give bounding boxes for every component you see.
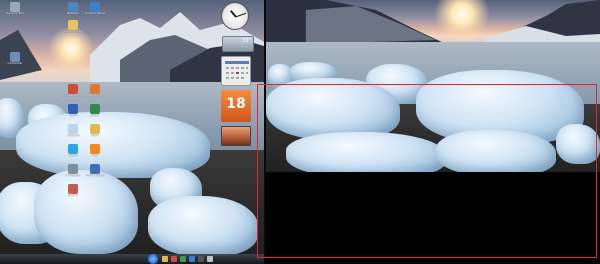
- vlc-icon: [90, 144, 100, 154]
- media-icon[interactable]: [180, 256, 186, 262]
- clock-gadget[interactable]: [221, 2, 249, 30]
- control-panel-icon: [90, 2, 100, 12]
- desktop-icon-label: Calculator: [65, 174, 81, 177]
- excel-icon: [90, 104, 100, 114]
- desktop-icon[interactable]: Computer: [4, 52, 26, 66]
- recycle-bin-icon: [10, 2, 20, 12]
- mail-icon[interactable]: [189, 256, 195, 262]
- desktop-icon[interactable]: Google Chrome: [62, 84, 84, 98]
- desktop-icon[interactable]: Documents: [62, 20, 84, 34]
- desktop-icon[interactable]: Notepad: [62, 124, 84, 138]
- skype-icon: [68, 144, 78, 154]
- desktop-icon-label: Control Panel: [85, 12, 105, 15]
- photos-icon: [68, 184, 78, 194]
- weather-gadget[interactable]: 10°: [222, 36, 254, 52]
- calendar-grid-icon: [225, 61, 249, 79]
- chrome-icon[interactable]: [171, 256, 177, 262]
- calendar-day: 18: [226, 96, 246, 112]
- clock-minute-hand: [235, 12, 247, 18]
- desktop-icon[interactable]: Word: [62, 104, 84, 118]
- media-player-icon: [90, 164, 100, 174]
- desktop-icon[interactable]: Control Panel: [84, 2, 106, 16]
- desktop-icon-label: Notepad: [66, 134, 80, 137]
- folder-icon: [68, 20, 78, 30]
- desktop-icon-label: Photos: [67, 194, 79, 197]
- settings-icon[interactable]: [207, 256, 213, 262]
- notepad-icon: [68, 124, 78, 134]
- desktop-icon-label: Skype: [68, 154, 78, 157]
- slideshow-gadget[interactable]: [221, 126, 251, 146]
- desktop-icon[interactable]: Recycle Bin: [4, 2, 26, 16]
- selection-rectangle: [257, 84, 597, 258]
- desktop-icon-label: VLC: [92, 154, 98, 157]
- calendar-gadget[interactable]: 18: [221, 90, 251, 122]
- paint-icon: [90, 124, 100, 134]
- desktop-icon-label: Google Chrome: [62, 94, 84, 97]
- calculator-icon: [68, 164, 78, 174]
- desktop-icon[interactable]: Calculator: [62, 164, 84, 178]
- terminal-icon[interactable]: [198, 256, 204, 262]
- desktop-icon[interactable]: Photos: [62, 184, 84, 198]
- desktop-icon[interactable]: VLC: [84, 144, 106, 158]
- ice-floe: [148, 196, 258, 256]
- desktop-icon[interactable]: Skype: [62, 144, 84, 158]
- desktop-icon[interactable]: Paint: [84, 124, 106, 138]
- start-button[interactable]: [148, 254, 158, 264]
- taskbar: [0, 254, 264, 264]
- desktop-icon-label: Firefox: [90, 94, 100, 97]
- desktop-icon-label: Excel: [91, 114, 99, 117]
- ice-floe: [34, 170, 138, 254]
- computer-icon: [10, 52, 20, 62]
- explorer-icon[interactable]: [162, 256, 168, 262]
- calendar-mini-gadget[interactable]: [221, 56, 251, 86]
- weather-temperature: 10°: [242, 38, 251, 44]
- network-icon: [68, 2, 78, 12]
- desktop-icon-label: Paint: [91, 134, 99, 137]
- chrome-icon: [68, 84, 78, 94]
- desktop-icon[interactable]: Firefox: [84, 84, 106, 98]
- desktop-icon-label: Computer: [7, 62, 23, 65]
- left-monitor-desktop: Recycle Bin Computer Network Control Panel D…: [0, 0, 264, 264]
- desktop-icon[interactable]: Excel: [84, 104, 106, 118]
- desktop-icon-label: Documents: [64, 30, 82, 33]
- desktop-icon-label: Word: [69, 114, 77, 117]
- desktop-icon[interactable]: Network: [62, 2, 84, 16]
- word-icon: [68, 104, 78, 114]
- desktop-icon-label: Recycle Bin: [6, 12, 24, 15]
- desktop-icon-label: Media Player: [85, 174, 105, 177]
- desktop-icon[interactable]: Media Player: [84, 164, 106, 178]
- desktop-icon-label: Network: [66, 12, 80, 15]
- firefox-icon: [90, 84, 100, 94]
